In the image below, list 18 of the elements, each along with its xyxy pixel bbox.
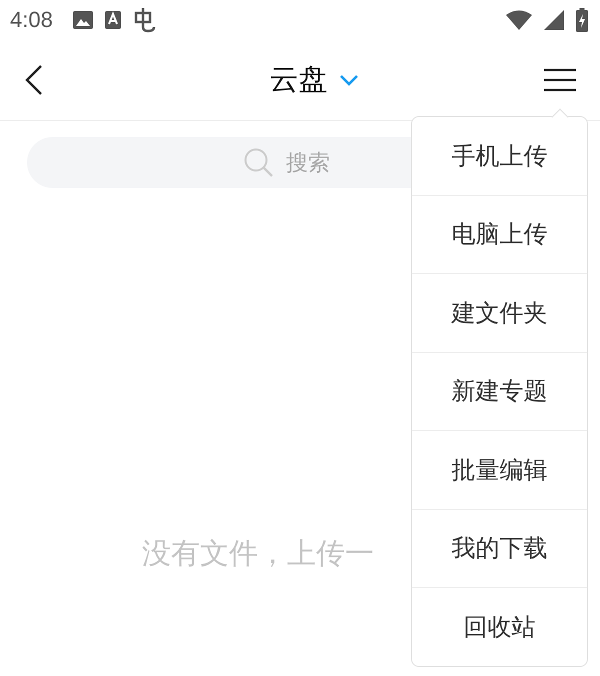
empty-message: 没有文件，上传一: [142, 535, 374, 572]
wifi-icon: [506, 10, 532, 30]
menu-item[interactable]: 我的下载: [412, 508, 587, 587]
menu-icon[interactable]: [544, 68, 576, 92]
signal-icon: [544, 10, 564, 30]
menu-item[interactable]: 电脑上传: [412, 194, 587, 273]
menu-item[interactable]: 回收站: [412, 587, 587, 666]
status-time: 4:08: [10, 7, 53, 33]
menu-item[interactable]: 新建专题: [412, 352, 587, 430]
text-icon: [104, 11, 121, 29]
search-icon: [244, 148, 274, 178]
menu-item[interactable]: 批量编辑: [412, 430, 587, 508]
image-icon: [72, 11, 93, 29]
back-icon[interactable]: [25, 65, 43, 95]
chevron-down-icon[interactable]: [340, 74, 358, 86]
menu-item[interactable]: 建文件夹: [412, 273, 587, 352]
header-title[interactable]: 云盘: [270, 60, 328, 100]
battery-icon: [576, 8, 588, 32]
